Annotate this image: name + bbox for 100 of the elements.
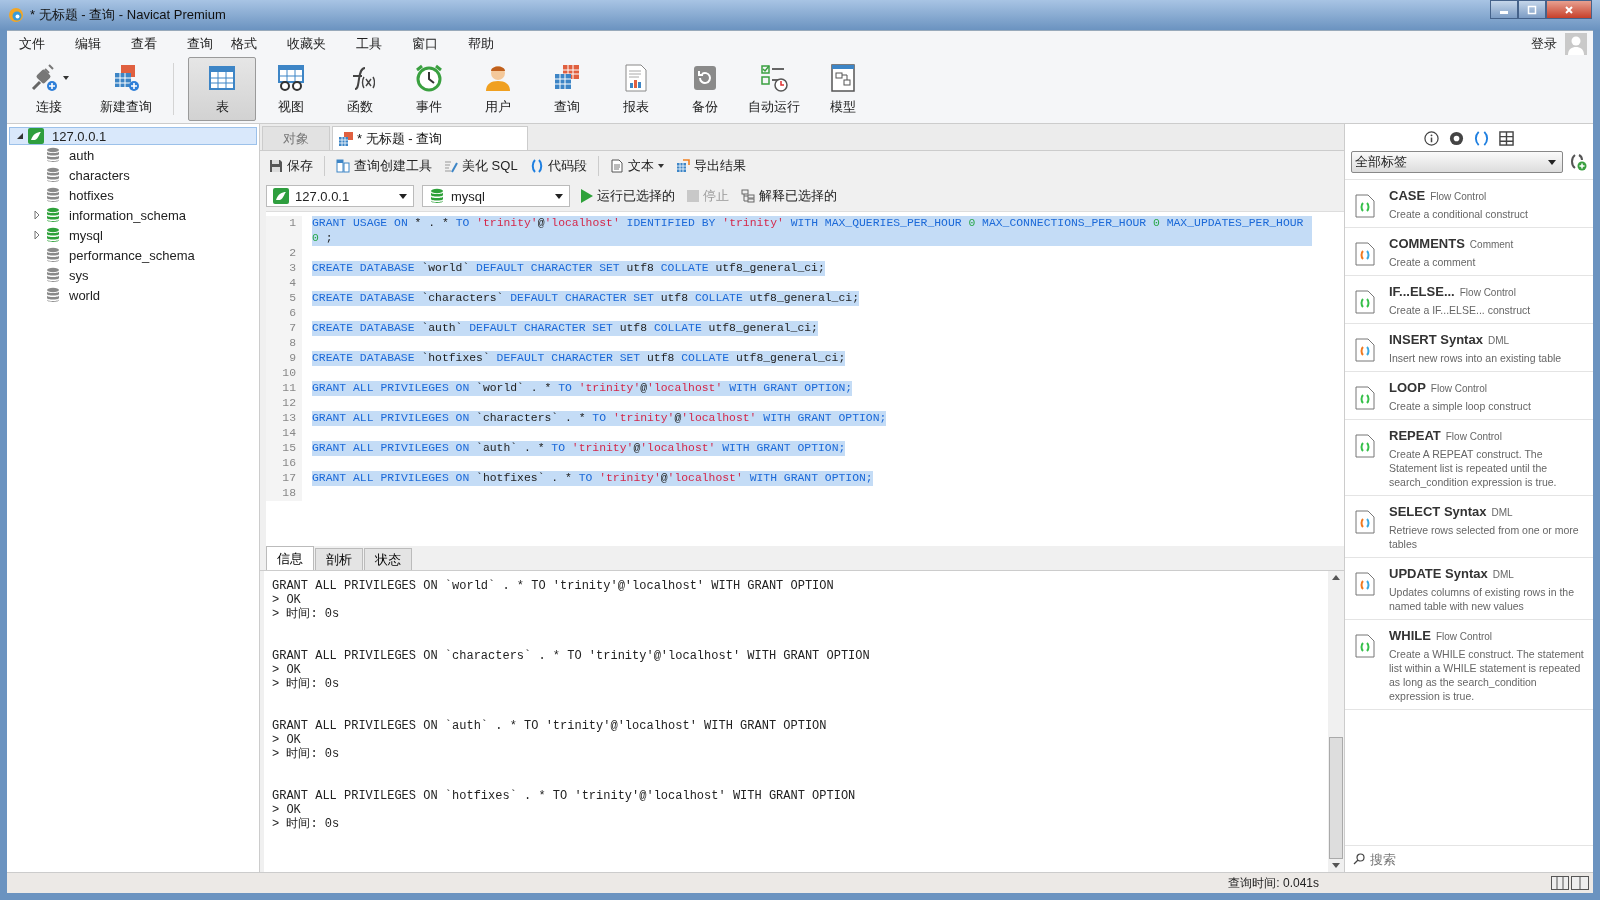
database-dropdown[interactable]: mysql [422, 185, 570, 207]
tag-filter-dropdown[interactable]: 全部标签 [1351, 151, 1563, 173]
tree-item[interactable]: mysql [7, 225, 259, 245]
snippet-item[interactable]: SELECT Syntax DML Retrieve rows selected from one or more tables [1345, 496, 1593, 558]
toolbar-button[interactable]: 事件 [395, 57, 463, 121]
code-editor[interactable] [266, 211, 1344, 546]
menu-item[interactable]: 文件 [13, 35, 57, 53]
app-logo-icon [8, 7, 24, 23]
menu-item[interactable]: 查询 [181, 35, 225, 53]
tree-item[interactable]: information_schema [7, 205, 259, 225]
person-icon [483, 63, 513, 93]
toolbar-button[interactable]: 解释已选择的 [738, 185, 840, 207]
snippet-category: Flow Control [1430, 191, 1487, 202]
toolbar-button[interactable]: 自动运行 [740, 57, 808, 121]
database-icon [45, 187, 61, 203]
expander-icon[interactable] [33, 231, 41, 239]
snippet-item[interactable]: LOOP Flow Control Create a simple loop construct [1345, 372, 1593, 420]
snippet-description: Updates columns of existing rows in the named table with new values [1389, 585, 1575, 613]
snippet-item[interactable]: INSERT Syntax DML Insert new rows into an existing table [1345, 324, 1593, 372]
toolbar-button[interactable]: 查询创建工具 [333, 155, 435, 177]
line-number: 9 [266, 351, 302, 366]
snippet-title: IF...ELSE... [1389, 284, 1455, 299]
snippet-item[interactable]: UPDATE Syntax DML Updates columns of existing rows in the named table with new values [1345, 558, 1593, 620]
add-snippet-icon[interactable] [1569, 153, 1587, 171]
info-icon[interactable] [1424, 131, 1439, 146]
toolbar-button[interactable]: 模型 [809, 57, 877, 121]
snippet-file-icon [1355, 434, 1375, 458]
close-button[interactable] [1546, 0, 1592, 19]
snippet-file-icon [1355, 572, 1375, 596]
toolbar-button[interactable]: 报表 [602, 57, 670, 121]
document-tab[interactable]: 对象 [262, 126, 330, 150]
snippet-item[interactable]: IF...ELSE... Flow Control Create a IF...ELSE... construct [1345, 276, 1593, 324]
menu-item[interactable]: 收藏夹 [281, 35, 338, 53]
menu-item[interactable]: 窗口 [406, 35, 450, 53]
table-glasses-icon [276, 63, 306, 93]
tree-item[interactable]: 127.0.0.1 [9, 127, 257, 145]
expander-icon[interactable] [16, 132, 24, 140]
snippet-file-icon [1355, 290, 1375, 314]
toolbar-button[interactable]: 表 [188, 57, 256, 121]
toolbar-button[interactable]: 美化 SQL [441, 155, 521, 177]
toolbar-button[interactable]: 导出结果 [672, 155, 749, 177]
menu-item[interactable]: 帮助 [462, 35, 506, 53]
toolbar-button[interactable]: 保存 [266, 155, 316, 177]
tree-item[interactable]: characters [7, 165, 259, 185]
login-link[interactable]: 登录 [1531, 35, 1557, 53]
scrollbar[interactable] [1328, 571, 1344, 872]
toolbar-button[interactable]: 视图 [257, 57, 325, 121]
toolbar-button[interactable]: 备份 [671, 57, 739, 121]
snippet-category: DML [1487, 335, 1510, 346]
toolbar-button[interactable]: 连接 [15, 57, 83, 121]
snippet-item[interactable]: COMMENTS Comment Create a comment [1345, 228, 1593, 276]
export-icon [675, 159, 690, 173]
line-number: 13 [266, 411, 302, 426]
minimize-button[interactable] [1490, 0, 1518, 19]
result-tab[interactable]: 剖析 [315, 548, 363, 570]
connection-icon [273, 188, 289, 204]
connection-icon [28, 128, 44, 144]
menu-item[interactable]: 格式 [225, 35, 269, 53]
scroll-down-icon[interactable] [1332, 863, 1340, 868]
tree-item[interactable]: world [7, 285, 259, 305]
tree-item[interactable]: sys [7, 265, 259, 285]
snippet-item[interactable]: REPEAT Flow Control Create A REPEAT construct. The Statement list is repeated until the search_condition expression is true. [1345, 420, 1593, 496]
search-field[interactable]: 搜索 [1368, 850, 1552, 868]
tree-item[interactable]: auth [7, 145, 259, 165]
snippet-item[interactable]: CASE Flow Control Create a conditional construct [1345, 180, 1593, 228]
tree-item[interactable]: hotfixes [7, 185, 259, 205]
grid-icon[interactable] [1499, 131, 1514, 146]
toolbar-button[interactable]: 函数 [326, 57, 394, 121]
snippet-description: Create a conditional construct [1389, 207, 1528, 221]
query-time: 查询时间: 0.041s [1228, 874, 1319, 892]
menu-item[interactable]: 编辑 [69, 35, 113, 53]
snippet-file-icon [1355, 510, 1375, 534]
snippet-item[interactable]: WHILE Flow Control Create a WHILE construct. The statement list within a WHILE statement is repeated as long as the search_condition expression is true. [1345, 620, 1593, 710]
grid-icon [339, 131, 353, 146]
menu-item[interactable]: 工具 [350, 35, 394, 53]
snippet-category: DML [1492, 569, 1514, 580]
result-tab[interactable]: 信息 [266, 546, 314, 570]
table-icon [207, 63, 237, 93]
toolbar-button[interactable]: 新建查询 [84, 57, 168, 121]
database-icon [45, 267, 61, 283]
expander-icon[interactable] [33, 211, 41, 219]
line-number: 6 [266, 306, 302, 321]
toolbar-button[interactable]: 代码段 [526, 155, 590, 177]
menu-item[interactable]: 查看 [125, 35, 169, 53]
toolbar-button[interactable]: 运行已选择的 [578, 185, 678, 207]
tree-item[interactable]: performance_schema [7, 245, 259, 265]
line-number: 10 [266, 366, 302, 381]
parentheses-icon[interactable] [1474, 131, 1489, 146]
document-tab[interactable]: * 无标题 - 查询 [332, 126, 528, 150]
toolbar-button[interactable]: 用户 [464, 57, 532, 121]
line-number: 14 [266, 426, 302, 441]
maximize-button[interactable] [1518, 0, 1546, 19]
toolbar-button[interactable]: 查询 [533, 57, 601, 121]
connection-dropdown[interactable]: 127.0.0.1 [266, 185, 414, 207]
layout-icon[interactable] [1551, 876, 1569, 890]
layout-icon[interactable] [1571, 876, 1589, 890]
scroll-up-icon[interactable] [1332, 575, 1340, 580]
database-icon [45, 167, 61, 183]
toolbar-button[interactable]: 文本 [606, 155, 667, 177]
result-tab[interactable]: 状态 [364, 548, 412, 570]
